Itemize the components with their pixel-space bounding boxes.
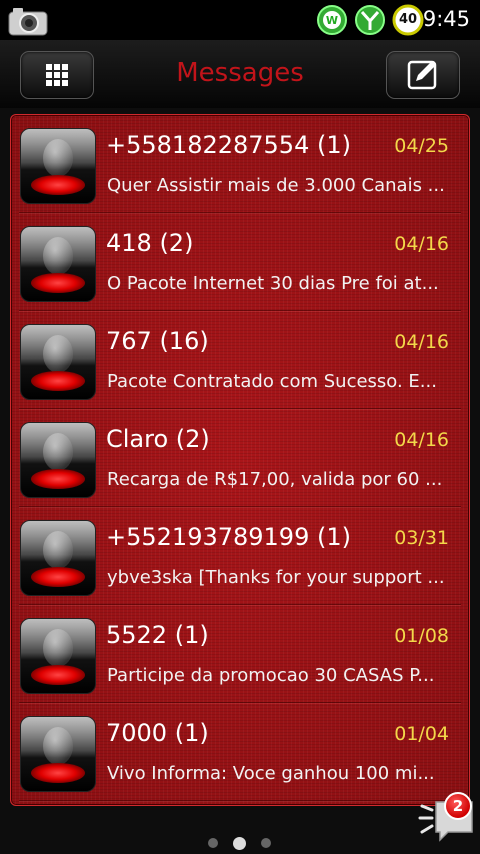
- conversation-list: +558182287554 (1) 04/25 Quer Assistir ma…: [10, 114, 470, 806]
- contact-avatar: [20, 324, 96, 400]
- message-preview: ybve3ska [Thanks for your support ...: [107, 567, 445, 588]
- message-preview: Pacote Contratado com Sucesso. E...: [107, 371, 437, 392]
- compose-icon: [407, 60, 437, 90]
- conversation-row[interactable]: Claro (2) 04/16 Recarga de R$17,00, vali…: [11, 409, 469, 507]
- message-date: 04/16: [394, 429, 449, 451]
- contact-name: +552193789199 (1): [106, 523, 351, 551]
- contact-name: 7000 (1): [106, 719, 209, 747]
- message-date: 01/08: [394, 625, 449, 647]
- conversation-row[interactable]: 767 (16) 04/16 Pacote Contratado com Suc…: [11, 311, 469, 409]
- message-preview: Quer Assistir mais de 3.000 Canais ...: [107, 175, 445, 196]
- svg-text:W: W: [326, 14, 338, 27]
- battery-level: 40: [398, 12, 418, 27]
- conversation-row[interactable]: 7000 (1) 01/04 Vivo Informa: Voce ganhou…: [11, 703, 469, 801]
- camera-icon: [8, 8, 48, 36]
- message-date: 03/31: [394, 527, 449, 549]
- message-date: 04/16: [394, 331, 449, 353]
- contact-name: +558182287554 (1): [106, 131, 351, 159]
- battery-icon: 40: [392, 4, 424, 36]
- message-date: 01/04: [394, 723, 449, 745]
- contact-name: Claro (2): [106, 425, 210, 453]
- unread-count-badge: 2: [444, 792, 472, 820]
- message-preview: Participe da promocao 30 CASAS P...: [107, 665, 435, 686]
- contact-avatar: [20, 128, 96, 204]
- message-date: 04/16: [394, 233, 449, 255]
- contact-name: 767 (16): [106, 327, 209, 355]
- whatsapp-notification-icon: W: [317, 5, 347, 35]
- message-preview: O Pacote Internet 30 dias Pre foi at...: [107, 273, 439, 294]
- contact-avatar: [20, 422, 96, 498]
- page-dot[interactable]: [208, 838, 218, 848]
- contact-avatar: [20, 520, 96, 596]
- message-preview: Recarga de R$17,00, valida por 60 ...: [107, 469, 443, 490]
- conversation-row[interactable]: 418 (2) 04/16 O Pacote Internet 30 dias …: [11, 213, 469, 311]
- contact-avatar: [20, 618, 96, 694]
- signal-antenna-icon: [355, 5, 385, 35]
- conversation-row[interactable]: +552193789199 (1) 03/31 ybve3ska [Thanks…: [11, 507, 469, 605]
- clock: 9:45: [422, 7, 470, 31]
- page-dot-active[interactable]: [233, 837, 246, 850]
- contact-avatar: [20, 716, 96, 792]
- conversation-row[interactable]: 5522 (1) 01/08 Participe da promocao 30 …: [11, 605, 469, 703]
- app-header: Messages: [0, 40, 480, 108]
- message-preview: Vivo Informa: Voce ganhou 100 mi...: [107, 763, 435, 784]
- contact-avatar: [20, 226, 96, 302]
- message-date: 04/25: [394, 135, 449, 157]
- page-indicator: [0, 837, 480, 850]
- conversation-row[interactable]: +558182287554 (1) 04/25 Quer Assistir ma…: [11, 115, 469, 213]
- contact-name: 418 (2): [106, 229, 194, 257]
- contact-name: 5522 (1): [106, 621, 209, 649]
- compose-button[interactable]: [386, 51, 460, 99]
- status-bar: W 40 9:45: [0, 0, 480, 40]
- page-dot[interactable]: [261, 838, 271, 848]
